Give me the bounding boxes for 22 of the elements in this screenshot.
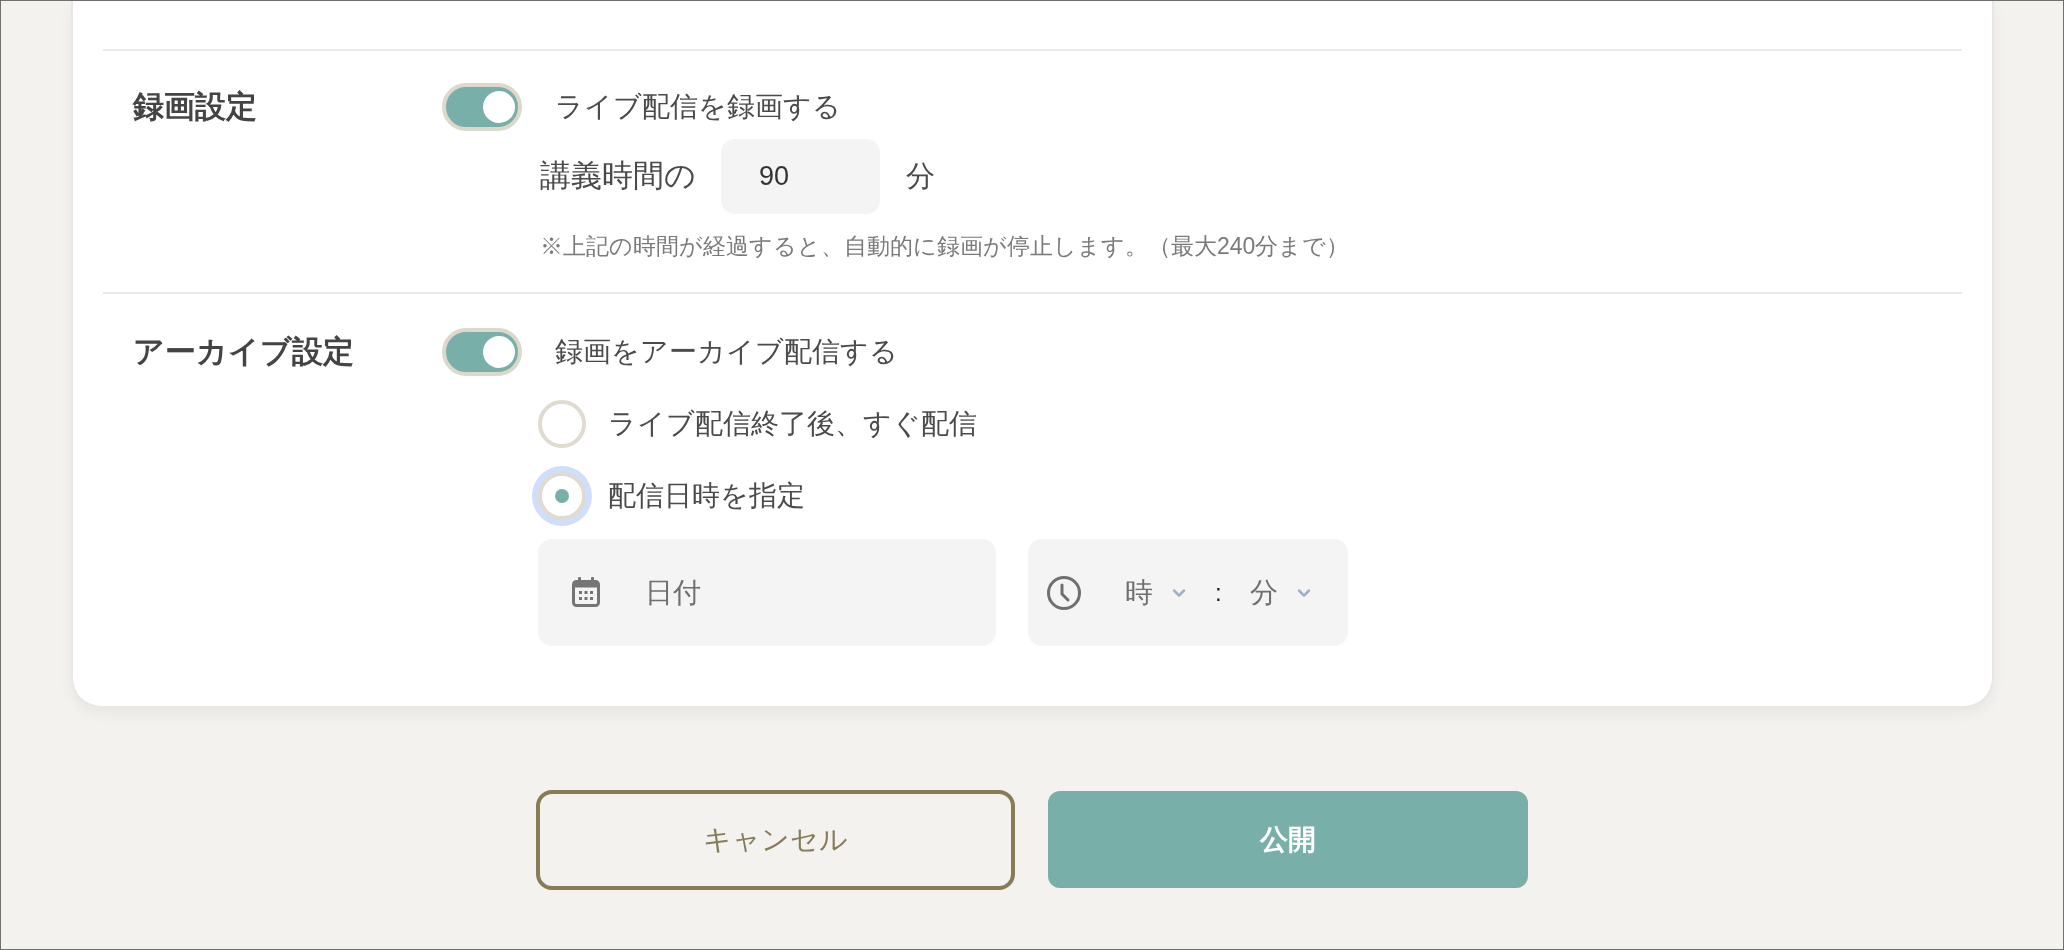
- calendar-icon: [572, 577, 600, 607]
- duration-label: 講義時間の: [540, 157, 696, 196]
- note-text: ※上記の時間が経過すると、自動的に録画が停止します。（最大240分まで）: [540, 232, 1350, 261]
- toggle-switch[interactable]: [442, 83, 522, 131]
- unit-label: 分: [906, 158, 935, 194]
- toggle-label: 録画をアーカイブ配信する: [555, 335, 898, 369]
- section-label: 録画設定: [133, 87, 257, 126]
- hour-select[interactable]: 時: [1125, 571, 1189, 614]
- radio-label[interactable]: ライブ配信終了後、すぐ配信: [608, 403, 977, 445]
- cancel-button[interactable]: キャンセル: [536, 790, 1015, 890]
- section-label: アーカイブ設定: [133, 332, 354, 371]
- toggle-label: ライブ配信を録画する: [555, 90, 841, 124]
- radio-button[interactable]: [532, 466, 592, 526]
- radio-button[interactable]: [538, 400, 586, 448]
- time-separator: :: [1215, 577, 1222, 608]
- toggle-switch[interactable]: [442, 328, 522, 376]
- minute-select[interactable]: 分: [1249, 571, 1314, 614]
- publish-button[interactable]: 公開: [1048, 791, 1528, 888]
- radio-label[interactable]: 配信日時を指定: [608, 475, 805, 517]
- date-field[interactable]: 日付: [538, 539, 996, 646]
- duration-input[interactable]: 90: [721, 139, 880, 214]
- clock-icon: [1047, 575, 1081, 610]
